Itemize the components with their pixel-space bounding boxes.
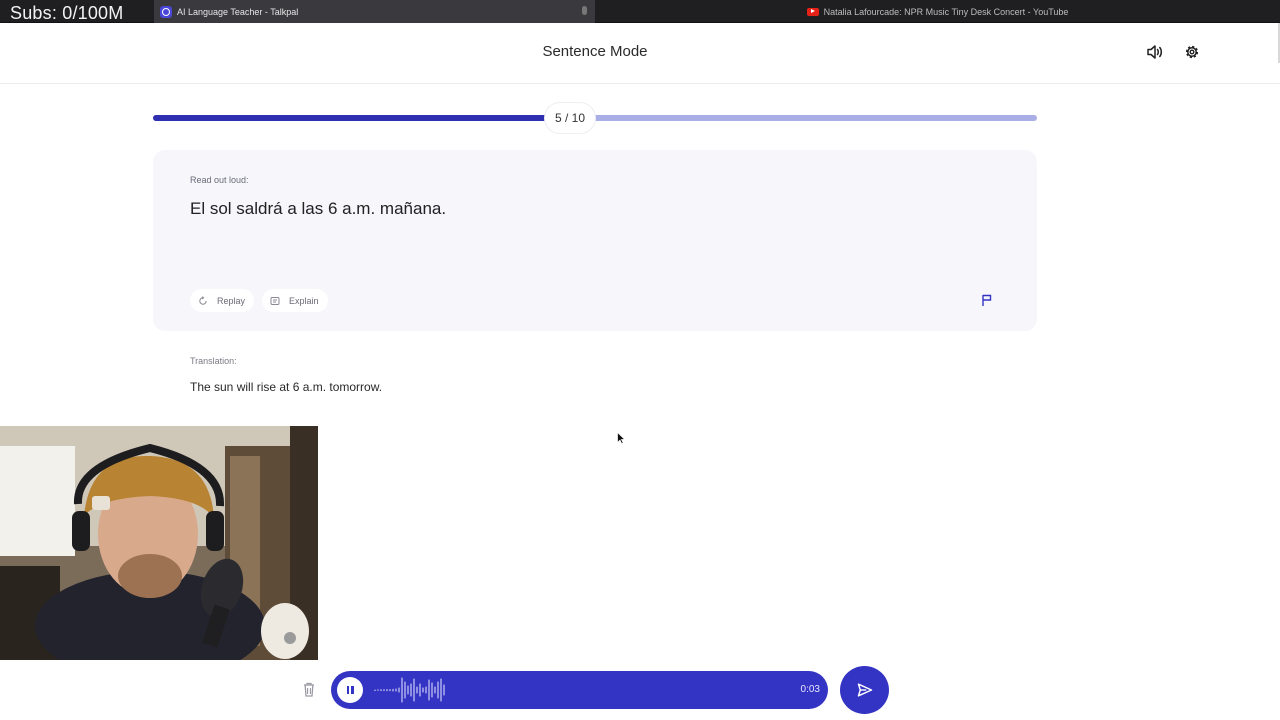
pause-recording-button[interactable] — [337, 677, 363, 703]
talkpal-favicon-icon — [160, 5, 172, 18]
tab-title: AI Language Teacher - Talkpal — [177, 6, 299, 17]
page-title: Sentence Mode — [542, 43, 648, 60]
speaker-icon — [1147, 45, 1163, 59]
app-header: Sentence Mode — [0, 23, 1280, 84]
translation-label: Translation: — [190, 356, 237, 366]
browser-tab-strip: Subs: 0/100M AI Language Teacher - Talkp… — [0, 0, 1280, 23]
report-flag-button[interactable] — [979, 292, 995, 308]
recording-timer: 0:03 — [800, 684, 820, 695]
explain-icon — [270, 296, 280, 305]
tab-title: Natalia Lafourcade: NPR Music Tiny Desk … — [823, 6, 1069, 17]
send-recording-button[interactable] — [840, 666, 889, 714]
trash-icon — [304, 682, 314, 697]
explain-label: Explain — [289, 295, 319, 306]
replay-icon — [199, 295, 207, 305]
send-icon — [857, 683, 872, 697]
flag-icon — [982, 294, 992, 306]
sentence-card: Read out loud: El sol saldrá a las 6 a.m… — [153, 150, 1037, 331]
microphone-indicator-icon — [582, 6, 587, 15]
subscriber-overlay-text: Subs: 0/100M — [10, 3, 124, 23]
pause-icon — [346, 686, 349, 694]
browser-tab-youtube[interactable]: Natalia Lafourcade: NPR Music Tiny Desk … — [595, 0, 1280, 23]
target-sentence: El sol saldrá a las 6 a.m. mañana. — [190, 199, 447, 218]
youtube-favicon-icon — [806, 7, 819, 16]
progress-fill — [153, 115, 595, 121]
webcam-feed-image — [0, 426, 318, 660]
sound-button[interactable] — [1145, 42, 1165, 62]
gear-icon — [1185, 45, 1199, 59]
replay-label: Replay — [217, 295, 246, 306]
delete-recording-button[interactable] — [301, 681, 317, 698]
read-out-loud-label: Read out loud: — [190, 175, 249, 185]
browser-tab-talkpal[interactable]: AI Language Teacher - Talkpal — [154, 0, 595, 23]
voice-recorder-bar: 0:03 — [331, 671, 828, 709]
replay-button[interactable]: Replay — [190, 289, 255, 312]
pause-icon — [351, 686, 354, 694]
mouse-cursor-icon — [617, 432, 625, 444]
translation-text: The sun will rise at 6 a.m. tomorrow. — [190, 380, 383, 394]
webcam-overlay — [0, 426, 318, 660]
audio-waveform — [374, 677, 445, 703]
explain-button[interactable]: Explain — [262, 289, 328, 312]
progress-counter: 5 / 10 — [544, 102, 596, 134]
settings-button[interactable] — [1182, 42, 1202, 62]
